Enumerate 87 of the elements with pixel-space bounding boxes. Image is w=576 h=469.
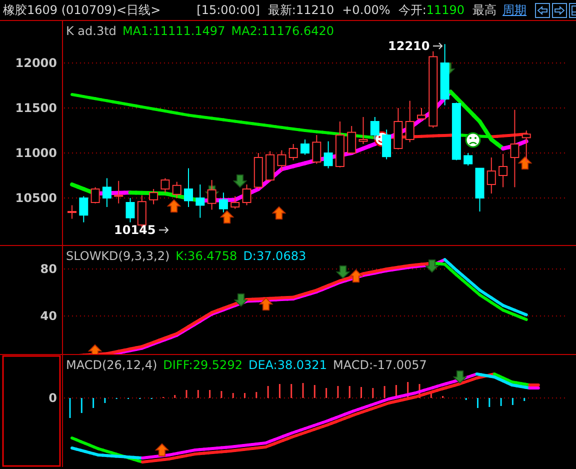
chart-panel[interactable]: 80 40 SLOWKD(9,3,3,2) K:36.4758 D:37.0683 <box>0 246 576 355</box>
open-price: 11190 <box>426 3 465 17</box>
instrument-title: 橡胶1609 (010709)<日线> <box>3 2 161 18</box>
axis-label: 80 <box>40 262 57 276</box>
candle <box>382 129 392 160</box>
axis-label: 10500 <box>15 191 57 205</box>
candle <box>300 139 310 156</box>
candle <box>347 126 356 154</box>
candle <box>486 157 496 194</box>
candle <box>230 196 240 210</box>
period-link[interactable]: 周期 <box>502 2 527 18</box>
arrow-icon <box>158 226 169 234</box>
chart-panel[interactable]: 12210 10145 12000 11500 11000 10500 K ad.3td MA1:11111.1497 MA2:11176.6420 <box>0 21 576 246</box>
candle <box>90 186 100 204</box>
up-arrow-icon <box>518 156 532 170</box>
axis-label: 40 <box>40 309 57 323</box>
candle <box>312 134 322 164</box>
legend-label: MA1:11111.1497 <box>122 24 226 38</box>
candle <box>452 102 461 161</box>
candle <box>218 192 228 213</box>
down-arrow-icon <box>452 370 468 384</box>
candle <box>475 168 484 212</box>
time-label: [15:00:00] <box>196 3 260 17</box>
left-arrow-icon <box>536 6 548 14</box>
up-arrow-icon <box>220 210 234 224</box>
candle <box>358 116 368 144</box>
candle <box>102 178 112 208</box>
candle <box>498 153 508 188</box>
candle <box>160 178 170 194</box>
candle <box>394 108 403 150</box>
high-price-label: 12210 <box>388 39 430 53</box>
candle <box>405 100 414 143</box>
down-arrow-icon <box>424 260 440 273</box>
legend-label: D:37.0683 <box>243 249 306 263</box>
down-arrow-icon <box>234 294 248 307</box>
candle <box>207 180 216 210</box>
up-arrow-icon <box>88 344 102 354</box>
down-arrow-icon <box>336 266 350 279</box>
legend-label: DIFF:29.5292 <box>163 358 242 372</box>
candle <box>464 152 473 166</box>
legend-label: K ad.3td <box>66 24 116 38</box>
right-arrow-icon <box>554 6 565 14</box>
candle <box>172 181 182 198</box>
candle <box>79 196 88 223</box>
candle <box>114 180 124 204</box>
candle <box>370 116 380 140</box>
frown-icon <box>465 132 481 148</box>
up-arrow-icon <box>348 269 364 282</box>
candle <box>417 108 426 122</box>
low-price-label: 10145 <box>114 223 156 237</box>
candle <box>288 144 298 161</box>
legend-label: MACD(26,12,4) <box>66 358 158 372</box>
legend-label: MACD:-17.0057 <box>332 358 427 372</box>
arrow-icon <box>432 42 443 50</box>
axis-label: 11500 <box>15 101 57 115</box>
high-label: 最高 <box>472 2 497 18</box>
axis-label: 11000 <box>15 146 57 160</box>
chart-panel[interactable]: 0 MACD(26,12,4) DIFF:29.5292 DEA:38.0321 MACD:-17.0057 <box>0 355 576 467</box>
change-percent: +0.00% <box>342 3 390 17</box>
legend-label: MA2:11176.6420 <box>231 24 334 38</box>
axis-label: 0 <box>48 391 57 405</box>
candle <box>266 150 275 182</box>
right-arrow-button[interactable] <box>552 2 567 18</box>
up-arrow-icon <box>272 206 286 220</box>
candle <box>242 184 252 206</box>
candle <box>184 168 193 208</box>
up-arrow-icon <box>166 199 182 212</box>
left-arrow-button[interactable] <box>534 2 550 18</box>
candle <box>254 152 263 190</box>
open-label: 今开: <box>398 2 426 18</box>
up-arrow-icon <box>154 443 170 456</box>
candle <box>149 188 158 205</box>
candle <box>335 121 344 168</box>
candle <box>68 204 76 220</box>
legend-label: SLOWKD(9,3,3,2) <box>66 249 170 263</box>
legend-label: DEA:38.0321 <box>248 358 327 372</box>
candle <box>277 150 286 172</box>
candle <box>522 130 531 162</box>
last-price: 最新:11210 <box>268 2 334 18</box>
up-arrow-icon <box>258 297 274 310</box>
axis-label: 12000 <box>15 56 57 70</box>
legend-label: K:36.4758 <box>176 249 238 263</box>
down-arrow-icon <box>232 174 248 188</box>
candle <box>440 44 450 106</box>
candle <box>324 140 333 169</box>
candle <box>196 184 205 218</box>
candle <box>126 198 135 223</box>
